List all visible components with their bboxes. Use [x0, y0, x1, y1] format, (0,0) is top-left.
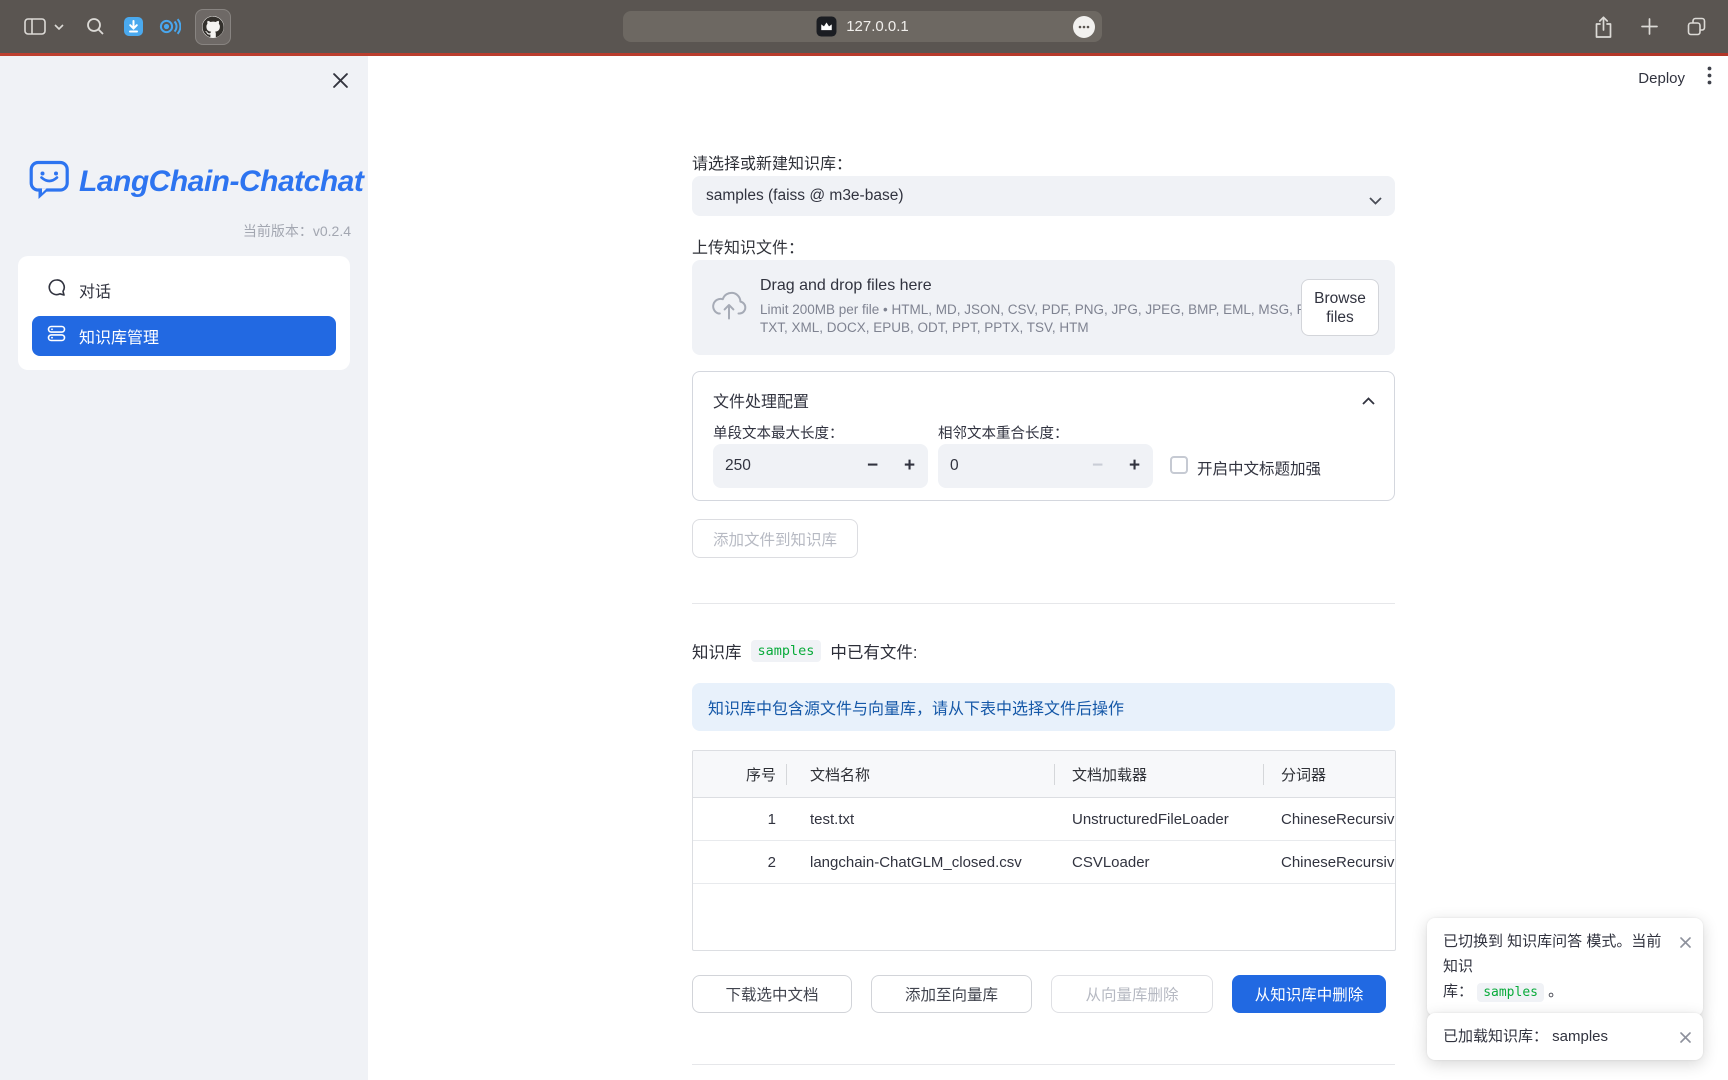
- dropzone-limit-text: Limit 200MB per file • HTML, MD, JSON, C…: [760, 301, 1358, 337]
- chevron-down-icon: [1369, 192, 1382, 210]
- delete-from-kb-button[interactable]: 从知识库中删除: [1232, 975, 1386, 1013]
- toast-kb-loaded: 已加载知识库： samples: [1427, 1013, 1703, 1060]
- version-label: 当前版本：v0.2.4: [243, 221, 351, 241]
- main-content: 请选择或新建知识库： samples (faiss @ m3e-base) 上传…: [692, 0, 1396, 1080]
- sidebar-toggle-icon[interactable]: [24, 18, 46, 35]
- sidebar-close-icon[interactable]: [330, 70, 350, 90]
- col-header-loader[interactable]: 文档加载器: [1054, 751, 1263, 797]
- upload-label: 上传知识文件：: [692, 234, 804, 258]
- extension-circles-icon[interactable]: [158, 16, 181, 37]
- app-logo: LangChain-Chatchat: [29, 159, 363, 205]
- menu-item-label: 知识库管理: [79, 324, 159, 348]
- menu-item-dialogue[interactable]: 对话: [32, 270, 336, 310]
- github-tab-button[interactable]: [195, 9, 231, 45]
- zh-title-checkbox[interactable]: [1170, 456, 1188, 474]
- col-header-splitter[interactable]: 分词器: [1263, 751, 1396, 797]
- tab-overview-icon[interactable]: [1685, 15, 1708, 38]
- overlap-increment-button[interactable]: +: [1116, 444, 1153, 488]
- expander-title[interactable]: 文件处理配置: [713, 388, 809, 412]
- overlap-value[interactable]: 0: [938, 457, 1079, 475]
- kb-name-code: samples: [1477, 983, 1544, 1002]
- sidebar: LangChain-Chatchat 当前版本：v0.2.4 对话 知识库管理: [0, 56, 368, 1080]
- overlap-decrement-button: −: [1079, 444, 1116, 488]
- table-action-buttons: 下载选中文档 添加至向量库 从向量库删除 从知识库中删除: [692, 975, 1386, 1013]
- chunk-size-input[interactable]: 250 − +: [713, 444, 928, 488]
- chevron-up-icon[interactable]: [1362, 392, 1375, 410]
- kb-name-code: samples: [751, 640, 822, 662]
- file-dropzone[interactable]: Drag and drop files here Limit 200MB per…: [692, 260, 1395, 355]
- toast-close-icon[interactable]: [1680, 931, 1691, 956]
- kb-selected-value: samples (faiss @ m3e-base): [706, 187, 904, 205]
- col-header-name[interactable]: 文档名称: [786, 751, 1054, 797]
- existing-files-heading: 知识库 samples 中已有文件:: [692, 639, 918, 663]
- kb-selectbox[interactable]: samples (faiss @ m3e-base): [692, 176, 1395, 216]
- divider: [692, 1064, 1395, 1065]
- stack-icon: [47, 324, 66, 348]
- info-banner: 知识库中包含源文件与向量库，请从下表中选择文件后操作: [692, 683, 1395, 731]
- search-icon[interactable]: [86, 17, 105, 36]
- add-to-vector-button[interactable]: 添加至向量库: [871, 975, 1032, 1013]
- chunk-size-increment-button[interactable]: +: [891, 444, 928, 488]
- table-row[interactable]: 2 langchain-ChatGLM_closed.csv CSVLoader…: [693, 841, 1396, 884]
- new-tab-icon[interactable]: [1640, 17, 1659, 36]
- overlap-label: 相邻文本重合长度：: [938, 422, 1069, 443]
- cloud-upload-icon: [710, 289, 748, 326]
- chat-bubble-icon: [47, 278, 66, 302]
- chunk-size-decrement-button[interactable]: −: [854, 444, 891, 488]
- table-row[interactable]: 1 test.txt UnstructuredFileLoader Chines…: [693, 798, 1396, 841]
- extension-bookmark-icon[interactable]: [123, 16, 144, 37]
- chunk-size-value[interactable]: 250: [713, 457, 854, 475]
- deploy-button[interactable]: Deploy: [1638, 70, 1685, 87]
- divider: [692, 603, 1395, 604]
- col-header-index[interactable]: 序号: [693, 751, 786, 797]
- toast-mode-switched: 已切换到 知识库问答 模式。当前知识 库： samples 。: [1427, 918, 1703, 1016]
- add-files-button: 添加文件到知识库: [692, 519, 858, 558]
- chatchat-logo-icon: [29, 159, 70, 205]
- files-table[interactable]: 序号 文档名称 文档加载器 分词器 1 test.txt Unstructure…: [692, 750, 1396, 951]
- chevron-down-icon[interactable]: [54, 24, 64, 30]
- overlap-input[interactable]: 0 − +: [938, 444, 1153, 488]
- zh-title-checkbox-label: 开启中文标题加强: [1197, 457, 1321, 479]
- menu-item-knowledge-base[interactable]: 知识库管理: [32, 316, 336, 356]
- sidebar-menu: 对话 知识库管理: [18, 256, 350, 370]
- toast-close-icon[interactable]: [1680, 1026, 1691, 1051]
- download-selected-button[interactable]: 下载选中文档: [692, 975, 852, 1013]
- delete-from-vector-button: 从向量库删除: [1051, 975, 1213, 1013]
- menu-item-label: 对话: [79, 278, 111, 302]
- dropzone-title: Drag and drop files here: [760, 277, 932, 295]
- kb-select-label: 请选择或新建知识库：: [692, 150, 852, 174]
- chunk-size-label: 单段文本最大长度：: [713, 422, 844, 443]
- kebab-menu-icon[interactable]: [1707, 66, 1712, 90]
- browse-files-button[interactable]: Browse files: [1301, 279, 1379, 336]
- file-config-expander: 文件处理配置 单段文本最大长度： 相邻文本重合长度： 250 − + 0 − +…: [692, 371, 1395, 501]
- share-icon[interactable]: [1593, 15, 1614, 39]
- app-logo-text: LangChain-Chatchat: [79, 165, 363, 199]
- table-header-row: 序号 文档名称 文档加载器 分词器: [693, 751, 1396, 798]
